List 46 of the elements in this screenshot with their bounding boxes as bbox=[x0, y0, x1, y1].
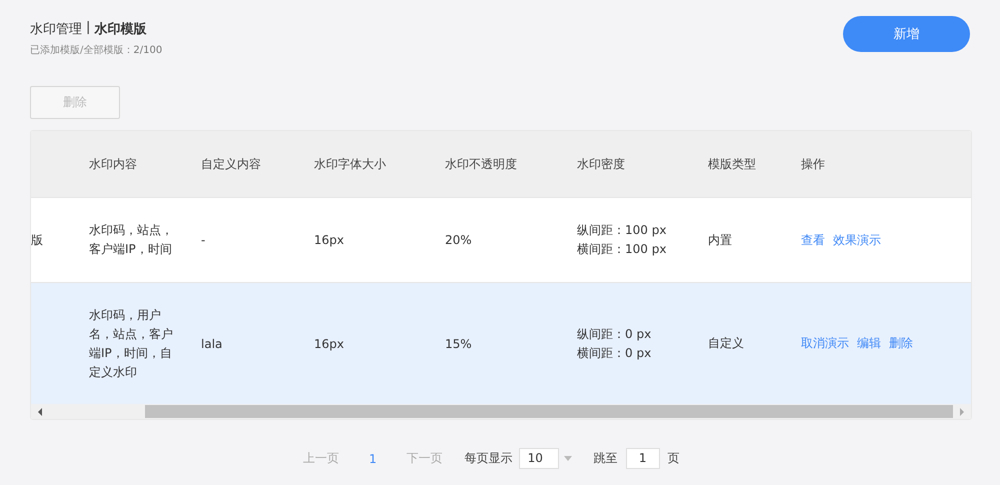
table-cell: 自定义 bbox=[708, 336, 744, 350]
column-header: 水印密度 bbox=[577, 156, 625, 170]
separator: | bbox=[86, 20, 90, 37]
action-link[interactable]: 查看 bbox=[801, 232, 825, 248]
table-cell: 20% bbox=[445, 233, 472, 247]
add-button[interactable]: 新增 bbox=[843, 16, 970, 52]
caret-icon bbox=[564, 456, 572, 461]
column-header: 自定义内容 bbox=[201, 156, 261, 170]
column-header: 水印不透明度 bbox=[445, 156, 517, 170]
page-size-select[interactable]: 10 bbox=[518, 448, 559, 469]
table-cell-text: 横间距：100 px bbox=[577, 241, 668, 258]
page-suffix: 页 bbox=[668, 450, 680, 467]
action-link[interactable]: 取消演示 bbox=[801, 335, 849, 352]
next-page-link[interactable]: 下一页 bbox=[406, 450, 443, 467]
page-title: 水印模版 bbox=[94, 21, 146, 38]
table-cell: 16px bbox=[314, 233, 344, 247]
table-cell: 内置 bbox=[708, 232, 732, 246]
table-cell-text: 纵间距：0 px bbox=[577, 326, 652, 342]
horizontal-scrollbar[interactable] bbox=[31, 404, 971, 419]
action-link[interactable]: 效果演示 bbox=[833, 232, 881, 248]
page-size-label: 每页显示 bbox=[464, 450, 513, 467]
jump-label: 跳至 bbox=[594, 450, 618, 467]
action-link[interactable]: 编辑 bbox=[857, 335, 881, 352]
page-number[interactable]: 1 bbox=[369, 452, 377, 466]
action-link[interactable]: 删除 bbox=[889, 335, 913, 352]
jump-page-input[interactable]: 1 bbox=[626, 448, 660, 469]
table-cell-text: 横间距：0 px bbox=[577, 344, 652, 362]
table-cell-text: 水印码，站点，客户端IP，时间 bbox=[89, 222, 173, 258]
breadcrumb: 水印管理 bbox=[30, 21, 82, 38]
table-cell: 15% bbox=[445, 336, 472, 350]
table-cell: - bbox=[201, 233, 206, 247]
table-cell: lala bbox=[201, 336, 222, 350]
column-header: 操作 bbox=[801, 156, 825, 170]
scroll-left-icon[interactable] bbox=[37, 408, 43, 416]
scroll-right-icon[interactable] bbox=[959, 408, 965, 416]
table-cell: 16px bbox=[314, 336, 344, 350]
prev-page-link[interactable]: 上一页 bbox=[303, 450, 339, 467]
table-row[interactable]: 水印码，用户名，站点，客户端IP，时间，自定义水印 lala 16px 15% 纵间距：0 px 横间距：0 px 自定义 取消演示 编辑 删除 bbox=[31, 282, 971, 404]
column-header: 水印字体大小 bbox=[314, 156, 386, 170]
summary-value: 2/100 bbox=[133, 45, 162, 56]
table-cell-text: 纵间距：100 px bbox=[577, 222, 668, 239]
summary-label: 已添加模版/全部模版： bbox=[30, 45, 134, 56]
column-header: 水印内容 bbox=[89, 156, 137, 170]
table-cell: 版 bbox=[31, 232, 43, 246]
column-header: 模版类型 bbox=[708, 156, 756, 170]
table-cell-text: 水印码，用户名，站点，客户端IP，时间，自定义水印 bbox=[89, 306, 173, 380]
